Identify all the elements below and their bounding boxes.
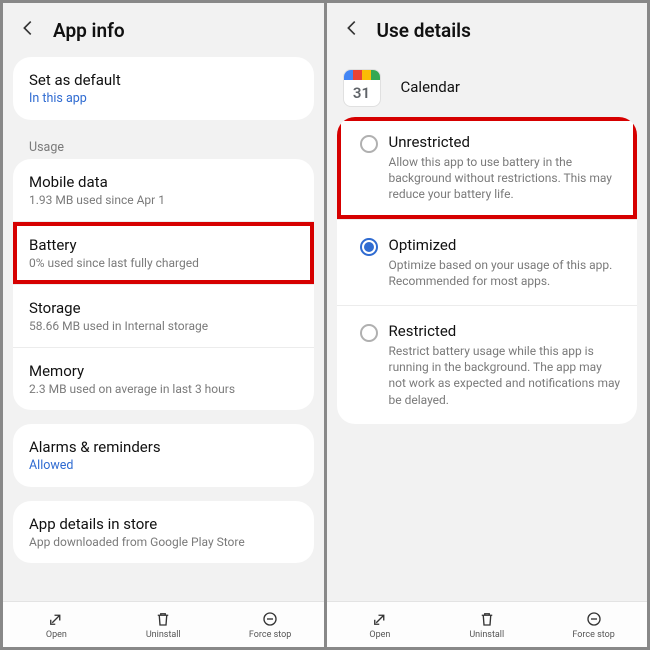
- bb-label: Force stop: [572, 630, 614, 640]
- item-sub: 1.93 MB used since Apr 1: [29, 193, 298, 207]
- option-sub: Restrict battery usage while this app is…: [389, 343, 622, 408]
- bottom-bar: Open Uninstall Force stop: [3, 601, 324, 647]
- item-title: Mobile data: [29, 173, 298, 191]
- option-sub: Optimize based on your usage of this app…: [389, 257, 622, 289]
- bottom-bar: Open Uninstall Force stop: [327, 601, 648, 647]
- trash-icon: [154, 610, 172, 628]
- app-row: 31 Calendar: [327, 57, 648, 117]
- calendar-day: 31: [344, 80, 380, 106]
- back-icon[interactable]: [17, 17, 53, 43]
- memory-item[interactable]: Memory 2.3 MB used on average in last 3 …: [13, 348, 314, 410]
- item-sub: In this app: [29, 91, 298, 106]
- radio-icon: [360, 324, 378, 342]
- battery-item[interactable]: Battery 0% used since last fully charged: [13, 222, 314, 284]
- open-button[interactable]: Open: [3, 602, 110, 647]
- item-sub: Allowed: [29, 458, 298, 473]
- force-stop-icon: [261, 610, 279, 628]
- uninstall-button[interactable]: Uninstall: [110, 602, 217, 647]
- item-title: Storage: [29, 299, 298, 317]
- option-title: Optimized: [389, 236, 622, 254]
- uninstall-button[interactable]: Uninstall: [433, 602, 540, 647]
- calendar-app-icon: 31: [343, 69, 381, 107]
- force-stop-icon: [585, 610, 603, 628]
- trash-icon: [478, 610, 496, 628]
- item-title: Set as default: [29, 71, 298, 89]
- option-title: Unrestricted: [389, 133, 622, 151]
- content: Unrestricted Allow this app to use batte…: [327, 117, 648, 647]
- force-stop-button[interactable]: Force stop: [217, 602, 324, 647]
- item-sub: App downloaded from Google Play Store: [29, 535, 298, 549]
- open-button[interactable]: Open: [327, 602, 434, 647]
- page-title: App info: [53, 19, 125, 42]
- content: Set as default In this app Usage Mobile …: [3, 57, 324, 647]
- radio-icon-checked: [360, 238, 378, 256]
- bb-label: Open: [46, 630, 67, 640]
- app-info-screen: App info Set as default In this app Usag…: [3, 3, 324, 647]
- item-sub: 2.3 MB used on average in last 3 hours: [29, 382, 298, 396]
- usage-section-label: Usage: [13, 134, 314, 159]
- option-sub: Allow this app to use battery in the bac…: [389, 154, 622, 203]
- alarms-item[interactable]: Alarms & reminders Allowed: [13, 424, 314, 487]
- mobile-data-item[interactable]: Mobile data 1.93 MB used since Apr 1: [13, 159, 314, 221]
- restricted-option[interactable]: Restricted Restrict battery usage while …: [337, 306, 638, 424]
- item-title: Alarms & reminders: [29, 438, 298, 456]
- back-icon[interactable]: [341, 17, 377, 43]
- bb-label: Uninstall: [146, 630, 181, 640]
- optimized-option[interactable]: Optimized Optimize based on your usage o…: [337, 220, 638, 305]
- item-sub: 0% used since last fully charged: [29, 256, 298, 270]
- header: Use details: [327, 3, 648, 57]
- item-title: Battery: [29, 236, 298, 254]
- open-icon: [371, 610, 389, 628]
- use-details-screen: Use details 31 Calendar Unrestricted All…: [327, 3, 648, 647]
- storage-item[interactable]: Storage 58.66 MB used in Internal storag…: [13, 285, 314, 347]
- force-stop-button[interactable]: Force stop: [540, 602, 647, 647]
- open-icon: [47, 610, 65, 628]
- unrestricted-option[interactable]: Unrestricted Allow this app to use batte…: [337, 117, 638, 219]
- app-name: Calendar: [401, 78, 461, 96]
- set-as-default-item[interactable]: Set as default In this app: [13, 57, 314, 120]
- app-details-store-item[interactable]: App details in store App downloaded from…: [13, 501, 314, 563]
- header: App info: [3, 3, 324, 57]
- option-title: Restricted: [389, 322, 622, 340]
- bb-label: Open: [369, 630, 390, 640]
- bb-label: Uninstall: [469, 630, 504, 640]
- item-title: Memory: [29, 362, 298, 380]
- page-title: Use details: [377, 19, 471, 42]
- item-sub: 58.66 MB used in Internal storage: [29, 319, 298, 333]
- bb-label: Force stop: [249, 630, 291, 640]
- radio-icon: [360, 135, 378, 153]
- item-title: App details in store: [29, 515, 298, 533]
